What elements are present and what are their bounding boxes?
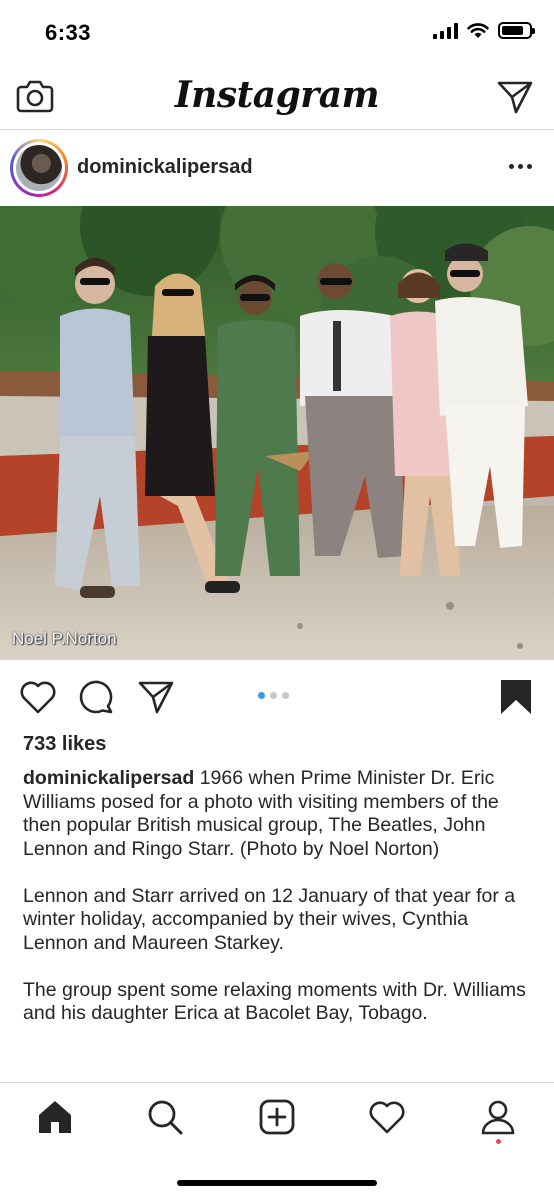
- caption-paragraph-2: Lennon and Starr arrived on 12 January o…: [23, 884, 516, 954]
- top-bar: Instagram: [0, 64, 554, 130]
- carousel-indicator: [258, 692, 289, 699]
- caption-paragraph-3: The group spent some relaxing moments wi…: [23, 978, 526, 1025]
- share-icon[interactable]: [137, 678, 175, 716]
- carousel-dot: [270, 692, 277, 699]
- like-heart-icon[interactable]: [19, 678, 57, 716]
- carousel-dot: [282, 692, 289, 699]
- caption-paragraph-1: dominickalipersad 1966 when Prime Minist…: [23, 767, 499, 860]
- post-photo[interactable]: Noel P.Norton: [0, 206, 554, 660]
- search-icon[interactable]: [145, 1097, 185, 1137]
- likes-count[interactable]: 733 likes: [23, 733, 106, 756]
- home-indicator[interactable]: [177, 1180, 377, 1186]
- story-ring[interactable]: [10, 139, 68, 197]
- post-username[interactable]: dominickalipersad: [77, 156, 253, 179]
- post-header: dominickalipersad: [0, 131, 554, 206]
- beach-group-photo: [0, 206, 554, 660]
- photo-watermark: Noel P.Norton: [12, 629, 117, 648]
- wifi-icon: [467, 22, 489, 38]
- activity-heart-icon[interactable]: [367, 1097, 407, 1137]
- home-icon[interactable]: [35, 1097, 75, 1137]
- avatar[interactable]: [16, 145, 62, 191]
- new-post-icon[interactable]: [257, 1097, 297, 1137]
- status-icons: [433, 22, 535, 39]
- battery-icon: [498, 22, 535, 39]
- direct-message-icon[interactable]: [496, 78, 534, 116]
- more-options-icon[interactable]: [509, 164, 532, 169]
- notification-dot: [496, 1139, 501, 1144]
- profile-icon[interactable]: [478, 1097, 518, 1137]
- post-caption: dominickalipersad 1966 when Prime Minist…: [23, 767, 538, 1049]
- bookmark-saved-icon[interactable]: [497, 678, 535, 716]
- status-time: 6:33: [45, 20, 92, 45]
- comment-icon[interactable]: [78, 678, 116, 716]
- cellular-signal-icon: [433, 22, 458, 39]
- status-bar: 6:33: [0, 0, 554, 64]
- instagram-logo[interactable]: Instagram: [0, 74, 554, 116]
- carousel-dot-active: [258, 692, 265, 699]
- bottom-nav: [0, 1082, 554, 1200]
- post-actions: [0, 672, 554, 722]
- caption-username[interactable]: dominickalipersad: [23, 767, 194, 789]
